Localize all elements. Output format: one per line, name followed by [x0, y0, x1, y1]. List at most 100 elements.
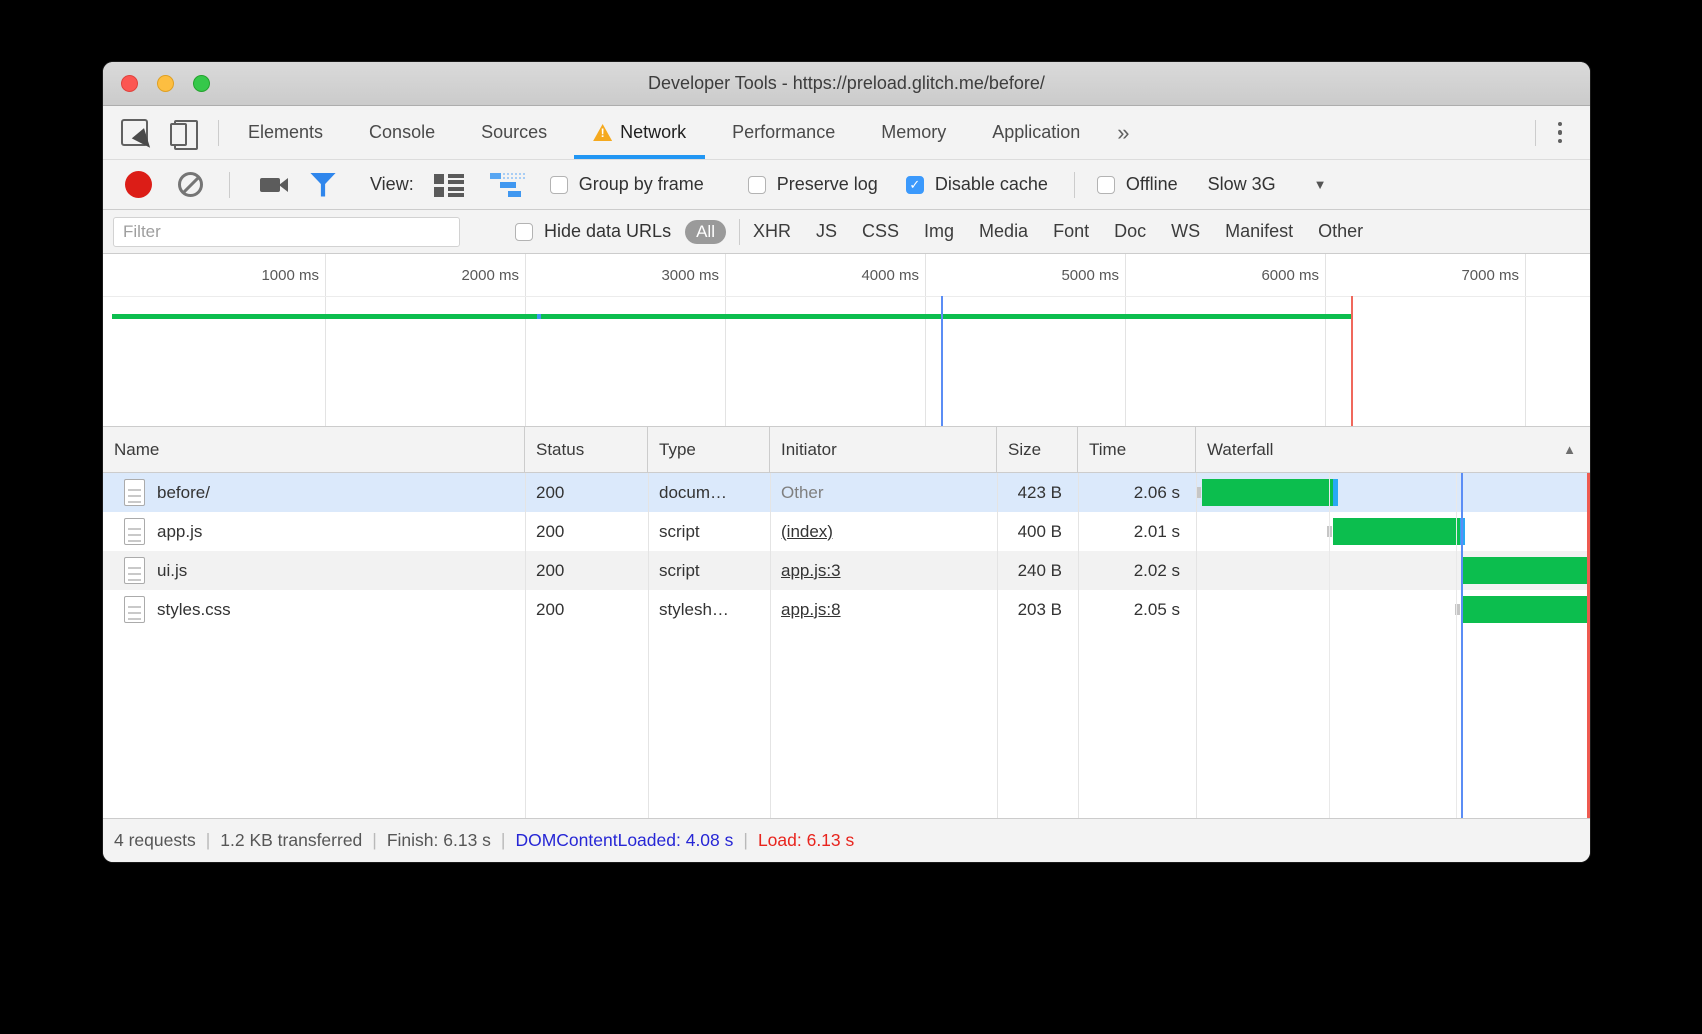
capture-screenshots-icon[interactable] [260, 178, 280, 192]
tab-memory[interactable]: Memory [858, 106, 969, 159]
requests-table-body: before/ 200 docum… Other 423 B 2.06 s ap… [103, 473, 1590, 818]
preserve-log-control[interactable]: ✓ Preserve log [748, 174, 878, 195]
initiator-link[interactable]: (index) [781, 522, 833, 542]
filter-type-ws[interactable]: WS [1171, 221, 1200, 242]
waterfall-bar[interactable] [1202, 479, 1333, 506]
column-header-initiator[interactable]: Initiator [770, 427, 997, 472]
hide-data-urls-control[interactable]: ✓ Hide data URLs [515, 221, 671, 242]
devtools-window: Developer Tools - https://preload.glitch… [103, 62, 1590, 862]
divider [218, 120, 219, 146]
initiator-link[interactable]: app.js:8 [781, 600, 841, 620]
chevron-down-icon[interactable]: ▼ [1314, 177, 1327, 192]
tab-application[interactable]: Application [969, 106, 1103, 159]
column-header-type[interactable]: Type [648, 427, 770, 472]
tab-elements[interactable]: Elements [225, 106, 346, 159]
ruler-baseline [103, 296, 1590, 297]
traffic-lights [121, 62, 210, 105]
kebab-menu-icon[interactable] [1554, 118, 1567, 148]
load-marker-line [1351, 296, 1353, 426]
offline-control[interactable]: ✓ Offline [1097, 174, 1178, 195]
clear-network-log-icon[interactable] [178, 172, 203, 197]
tab-sources[interactable]: Sources [458, 106, 570, 159]
table-row[interactable]: ui.js 200 script app.js:3 240 B 2.02 s [103, 551, 1590, 590]
filter-type-xhr[interactable]: XHR [753, 221, 791, 242]
column-header-waterfall[interactable]: Waterfall ▲ [1196, 427, 1590, 472]
table-row[interactable]: before/ 200 docum… Other 423 B 2.06 s [103, 473, 1590, 512]
offline-checkbox[interactable]: ✓ [1097, 176, 1115, 194]
filter-type-js[interactable]: JS [816, 221, 837, 242]
filter-type-media[interactable]: Media [979, 221, 1028, 242]
disable-cache-checkbox[interactable]: ✓ [906, 176, 924, 194]
initiator-link[interactable]: app.js:3 [781, 561, 841, 581]
overview-download-tick [537, 314, 541, 319]
filter-type-all[interactable]: All [685, 220, 726, 244]
inspect-element-icon[interactable] [121, 119, 148, 146]
warning-icon [593, 124, 612, 141]
preserve-log-label: Preserve log [777, 174, 878, 195]
network-toolbar: View: ✓ Group by frame ✓ Preserve log ✓ … [103, 160, 1590, 210]
tab-performance[interactable]: Performance [709, 106, 858, 159]
divider [1074, 172, 1075, 198]
dcl-marker-line [941, 296, 943, 426]
filter-input[interactable] [113, 217, 460, 247]
close-window-button[interactable] [121, 75, 138, 92]
view-label: View: [370, 174, 414, 195]
ruler-tick: 5000 ms [915, 267, 1119, 284]
filter-type-font[interactable]: Font [1053, 221, 1089, 242]
overview-request-band [112, 314, 1351, 319]
group-by-frame-control[interactable]: ✓ Group by frame [550, 174, 704, 195]
initiator-text: Other [781, 483, 824, 503]
load-time: Load: 6.13 s [758, 830, 854, 851]
group-by-frame-label: Group by frame [579, 174, 704, 195]
divider [739, 219, 740, 245]
more-tabs-chevron-icon[interactable]: » [1103, 106, 1143, 159]
request-count: 4 requests [114, 830, 196, 851]
table-row[interactable]: app.js 200 script (index) 400 B 2.01 s [103, 512, 1590, 551]
throttling-select[interactable]: Slow 3G [1208, 174, 1276, 195]
resource-type-filters: XHR JS CSS Img Media Font Doc WS Manifes… [753, 221, 1363, 242]
script-icon [124, 557, 145, 584]
disable-cache-control[interactable]: ✓ Disable cache [906, 174, 1048, 195]
column-header-status[interactable]: Status [525, 427, 648, 472]
waterfall-bar[interactable] [1461, 557, 1589, 584]
column-header-name[interactable]: Name [103, 427, 525, 472]
large-request-rows-icon[interactable] [434, 173, 464, 197]
minimize-window-button[interactable] [157, 75, 174, 92]
filter-type-other[interactable]: Other [1318, 221, 1363, 242]
tab-console[interactable]: Console [346, 106, 458, 159]
group-by-frame-checkbox[interactable]: ✓ [550, 176, 568, 194]
screenshot-canvas: Developer Tools - https://preload.glitch… [0, 0, 1702, 1034]
filter-type-img[interactable]: Img [924, 221, 954, 242]
offline-label: Offline [1126, 174, 1178, 195]
ruler-tick: 6000 ms [1115, 267, 1319, 284]
show-overview-icon[interactable] [490, 173, 526, 197]
document-icon [124, 479, 145, 506]
script-icon [124, 518, 145, 545]
transferred-size: 1.2 KB transferred [220, 830, 362, 851]
table-row[interactable]: styles.css 200 stylesh… app.js:8 203 B 2… [103, 590, 1590, 629]
ruler-tick: 7000 ms [1315, 267, 1519, 284]
ruler-tick: 2000 ms [315, 267, 519, 284]
zoom-window-button[interactable] [193, 75, 210, 92]
device-toolbar-icon[interactable] [170, 120, 198, 146]
filter-toggle-icon[interactable] [310, 173, 336, 197]
ruler-tick: 4000 ms [715, 267, 919, 284]
sort-ascending-icon: ▲ [1563, 442, 1576, 457]
preserve-log-checkbox[interactable]: ✓ [748, 176, 766, 194]
gridline [1525, 254, 1526, 426]
filter-type-doc[interactable]: Doc [1114, 221, 1146, 242]
network-overview-timeline[interactable]: 1000 ms 2000 ms 3000 ms 4000 ms 5000 ms … [103, 254, 1590, 427]
waterfall-bar[interactable] [1461, 596, 1590, 623]
title-bar: Developer Tools - https://preload.glitch… [103, 62, 1590, 106]
column-header-time[interactable]: Time [1078, 427, 1196, 472]
hide-data-urls-checkbox[interactable]: ✓ [515, 223, 533, 241]
filter-type-manifest[interactable]: Manifest [1225, 221, 1293, 242]
requests-table-header: Name Status Type Initiator Size Time Wat… [103, 427, 1590, 473]
waterfall-bar[interactable] [1333, 518, 1461, 545]
filter-type-css[interactable]: CSS [862, 221, 899, 242]
record-network-log-button[interactable] [125, 171, 152, 198]
summary-bar: 4 requests | 1.2 KB transferred | Finish… [103, 818, 1590, 862]
tab-network[interactable]: Network [570, 106, 709, 159]
column-header-size[interactable]: Size [997, 427, 1078, 472]
filter-bar: ✓ Hide data URLs All XHR JS CSS Img Medi… [103, 210, 1590, 254]
